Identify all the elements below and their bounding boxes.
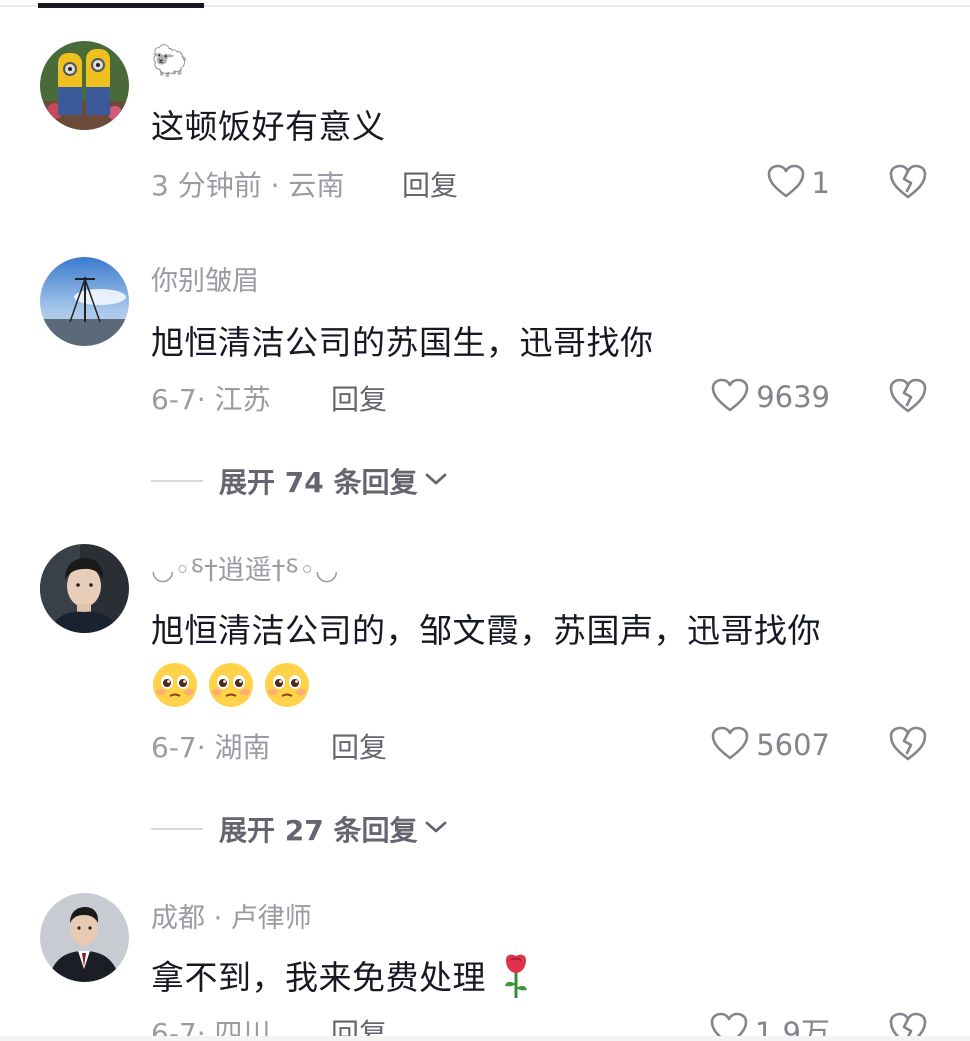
avatar-image — [40, 893, 129, 982]
heart-icon — [710, 725, 750, 765]
comment-item: 成都 · 卢律师 拿不到，我来免费处理 6-7· 四川 回复 1.9万 — [0, 860, 970, 1041]
pleading-face-emoji — [153, 663, 197, 707]
expand-replies-button[interactable]: 展开 74 条回复 — [151, 463, 449, 499]
heart-icon — [766, 163, 806, 203]
emoji-row — [151, 661, 321, 711]
like-count: 1 — [811, 166, 830, 200]
like-button[interactable]: 1 — [766, 163, 830, 203]
expand-divider — [151, 828, 203, 830]
comment-item: 你别皱眉 旭恒清洁公司的苏国生，迅哥找你 6-7· 江苏 回复 9639 展开 … — [0, 230, 970, 510]
pleading-face-emoji — [209, 663, 253, 707]
avatar[interactable] — [40, 893, 129, 982]
like-count: 9639 — [756, 380, 830, 414]
expand-replies-button[interactable]: 展开 27 条回复 — [151, 811, 449, 847]
like-button[interactable]: 9639 — [710, 377, 830, 417]
comment-text: 这顿饭好有意义 — [151, 107, 386, 146]
comment-text: 拿不到，我来免费处理 — [151, 951, 531, 1008]
expand-replies-label: 展开 74 条回复 — [219, 466, 418, 499]
dislike-icon[interactable] — [888, 376, 928, 416]
comment-text-content: 拿不到，我来免费处理 — [151, 958, 486, 997]
username[interactable]: ◡◦⸹†逍遥†⸹◦◡ — [151, 548, 339, 587]
comment-item: ◡◦⸹†逍遥†⸹◦◡ 旭恒清洁公司的，邹文霞，苏国声，迅哥找你 6-7· 湖南 … — [0, 510, 970, 860]
expand-replies-label: 展开 27 条回复 — [219, 814, 418, 847]
dislike-icon[interactable] — [888, 724, 928, 764]
dislike-icon[interactable] — [888, 162, 928, 202]
reply-button[interactable]: 回复 — [331, 378, 387, 418]
avatar-image — [40, 257, 129, 346]
bottom-bar — [0, 1036, 970, 1041]
avatar[interactable] — [40, 41, 129, 130]
reply-button[interactable]: 回复 — [402, 164, 458, 204]
like-count: 5607 — [756, 728, 830, 762]
comment-meta: 6-7· 江苏 — [151, 383, 271, 416]
avatar-image — [40, 41, 129, 130]
comment-item: 🐑 这顿饭好有意义 3 分钟前 · 云南 回复 1 — [0, 0, 970, 230]
avatar[interactable] — [40, 544, 129, 633]
chevron-down-icon — [423, 470, 449, 492]
expand-divider — [151, 480, 203, 482]
comment-text: 旭恒清洁公司的，邹文霞，苏国声，迅哥找你 — [151, 611, 821, 650]
comment-list-page: 🐑 这顿饭好有意义 3 分钟前 · 云南 回复 1 你别皱眉 旭恒清洁公司的苏国… — [0, 0, 970, 1041]
reply-button[interactable]: 回复 — [331, 726, 387, 766]
username[interactable]: 🐑 — [151, 44, 188, 79]
avatar-image — [40, 544, 129, 633]
comment-meta: 3 分钟前 · 云南 — [151, 169, 345, 202]
pleading-face-emoji — [265, 663, 309, 707]
chevron-down-icon — [423, 818, 449, 840]
like-button[interactable]: 5607 — [710, 725, 830, 765]
rose-icon — [501, 952, 531, 1008]
heart-icon — [710, 377, 750, 417]
comment-text: 旭恒清洁公司的苏国生，迅哥找你 — [151, 323, 654, 362]
avatar[interactable] — [40, 257, 129, 346]
username[interactable]: 你别皱眉 — [151, 259, 259, 298]
username[interactable]: 成都 · 卢律师 — [151, 896, 312, 935]
comment-meta: 6-7· 湖南 — [151, 731, 271, 764]
